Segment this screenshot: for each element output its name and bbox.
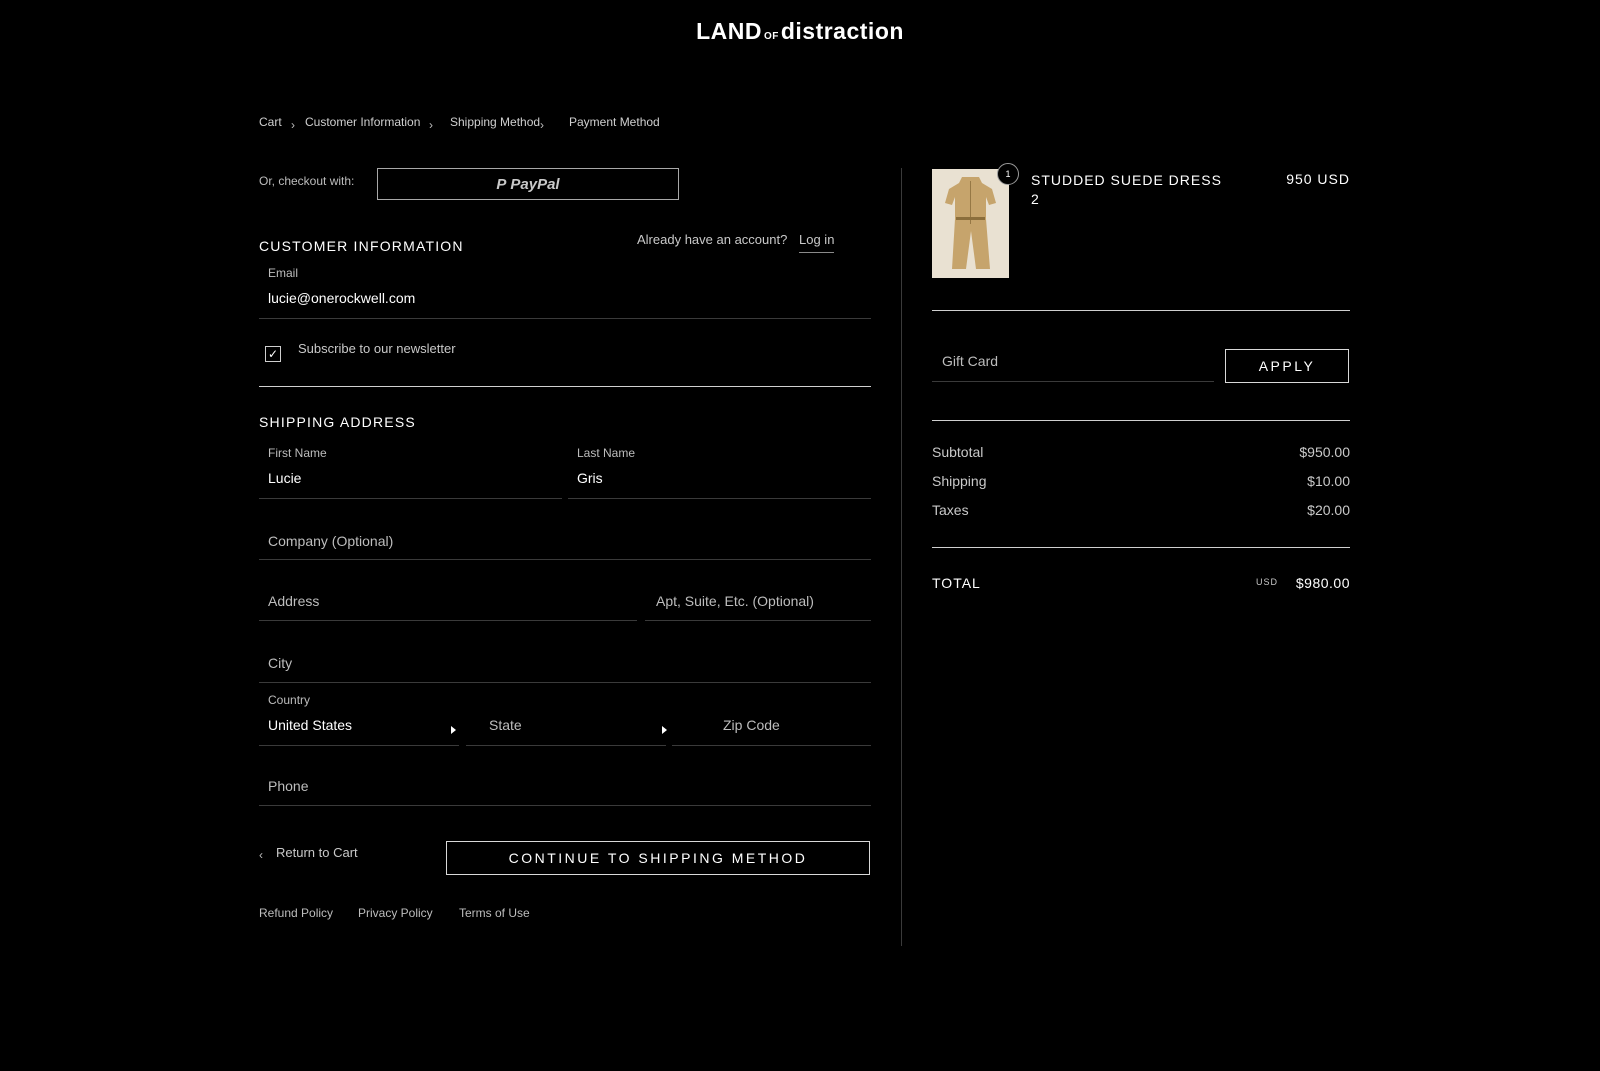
apply-button[interactable]: APPLY	[1225, 349, 1349, 383]
state-select[interactable]: State	[466, 690, 667, 746]
address-field[interactable]: Address	[259, 585, 637, 621]
quantity-badge: 1	[997, 163, 1019, 185]
taxes-label: Taxes	[932, 502, 969, 518]
newsletter-checkbox[interactable]: ✓	[265, 346, 281, 362]
continue-to-shipping-label: CONTINUE TO SHIPPING METHOD	[508, 850, 808, 866]
login-link[interactable]: Log in	[799, 232, 835, 253]
first-name-value: Lucie	[268, 470, 302, 486]
email-underline	[259, 318, 871, 319]
paypal-label: PayPal	[510, 175, 560, 193]
chevron-right-icon: ›	[291, 118, 295, 132]
column-divider	[901, 168, 902, 946]
dress-image	[932, 169, 1009, 278]
city-underline	[259, 682, 871, 683]
summary-divider	[932, 547, 1350, 548]
logo-part-of: OF	[763, 31, 779, 42]
terms-of-use-link[interactable]: Terms of Use	[459, 906, 530, 920]
apt-underline	[645, 620, 871, 621]
phone-underline	[259, 805, 871, 806]
country-value: United States	[268, 717, 353, 733]
return-to-cart-label: Return to Cart	[276, 845, 358, 860]
first-name-label: First Name	[268, 446, 327, 460]
product-name-line1: STUDDED SUEDE DRESS	[1031, 172, 1222, 188]
zip-code-placeholder: Zip Code	[723, 717, 780, 733]
zip-code-underline	[672, 745, 871, 746]
last-name-label: Last Name	[577, 446, 636, 460]
product-thumbnail	[932, 169, 1009, 278]
account-prompt: Already have an account?	[637, 232, 788, 247]
city-field[interactable]: City	[259, 647, 871, 683]
phone-field[interactable]: Phone	[259, 770, 871, 806]
summary-divider	[932, 420, 1350, 421]
newsletter-label: Subscribe to our newsletter	[298, 341, 456, 356]
email-value: lucie@onerockwell.com	[268, 290, 416, 306]
first-name-field[interactable]: First Name Lucie	[259, 442, 562, 499]
caret-right-icon	[451, 726, 456, 734]
section-divider	[259, 386, 871, 387]
refund-policy-link[interactable]: Refund Policy	[259, 906, 333, 920]
address-placeholder: Address	[268, 593, 320, 609]
shipping-value: $10.00	[1307, 473, 1350, 489]
brand-logo[interactable]: LAND OFdistraction	[0, 18, 1600, 45]
gift-card-field[interactable]: Gift Card	[932, 348, 1214, 382]
apply-label: APPLY	[1258, 358, 1316, 374]
state-placeholder: State	[489, 717, 522, 733]
summary-divider	[932, 310, 1350, 311]
customer-information-title: CUSTOMER INFORMATION	[259, 238, 464, 254]
gift-card-underline	[932, 381, 1214, 382]
breadcrumb-shipping-method[interactable]: Shipping Method	[450, 115, 540, 129]
product-price: 950 USD	[1286, 171, 1350, 187]
chevron-right-icon: ›	[540, 118, 544, 132]
quantity-value: 1	[1005, 169, 1011, 179]
continue-to-shipping-button[interactable]: CONTINUE TO SHIPPING METHOD	[446, 841, 870, 875]
gift-card-placeholder: Gift Card	[942, 353, 999, 369]
apt-field[interactable]: Apt, Suite, Etc. (Optional)	[645, 585, 871, 621]
country-label: Country	[268, 693, 311, 707]
express-checkout-label: Or, checkout with:	[259, 174, 355, 188]
product-name: STUDDED SUEDE DRESS 2	[1031, 171, 1222, 209]
paypal-icon: P	[496, 175, 507, 193]
last-name-underline	[568, 498, 871, 499]
logo-part-distraction: distraction	[780, 18, 904, 44]
email-field[interactable]: Email lucie@onerockwell.com	[259, 262, 871, 319]
company-field[interactable]: Company (Optional)	[259, 525, 871, 560]
breadcrumb-payment-method[interactable]: Payment Method	[569, 115, 660, 129]
shipping-label: Shipping	[932, 473, 987, 489]
paypal-button[interactable]: P PayPal	[377, 168, 679, 200]
phone-placeholder: Phone	[268, 778, 309, 794]
privacy-policy-link[interactable]: Privacy Policy	[358, 906, 433, 920]
last-name-value: Gris	[577, 470, 603, 486]
taxes-value: $20.00	[1307, 502, 1350, 518]
product-name-line2: 2	[1031, 191, 1040, 207]
subtotal-value: $950.00	[1299, 444, 1350, 460]
email-label: Email	[268, 266, 299, 280]
state-underline	[466, 745, 666, 746]
address-underline	[259, 620, 637, 621]
caret-right-icon	[662, 726, 667, 734]
total-label: TOTAL	[932, 575, 981, 591]
city-placeholder: City	[268, 655, 293, 671]
logo-part-land: LAND	[696, 18, 762, 44]
apt-placeholder: Apt, Suite, Etc. (Optional)	[656, 593, 814, 609]
subtotal-label: Subtotal	[932, 444, 984, 460]
chevron-left-icon: ‹	[259, 848, 263, 862]
country-select[interactable]: Country United States	[259, 690, 459, 746]
breadcrumb-customer-information[interactable]: Customer Information	[305, 115, 420, 129]
company-placeholder: Company (Optional)	[268, 533, 394, 549]
total-value: $980.00	[1295, 575, 1350, 591]
last-name-field[interactable]: Last Name Gris	[568, 442, 871, 499]
shipping-address-title: SHIPPING ADDRESS	[259, 414, 416, 430]
country-underline	[259, 745, 459, 746]
chevron-right-icon: ›	[429, 118, 433, 132]
company-underline	[259, 559, 871, 560]
zip-code-field[interactable]: Zip Code	[672, 690, 871, 746]
first-name-underline	[259, 498, 562, 499]
check-icon: ✓	[267, 347, 279, 361]
breadcrumb-cart[interactable]: Cart	[259, 115, 282, 129]
